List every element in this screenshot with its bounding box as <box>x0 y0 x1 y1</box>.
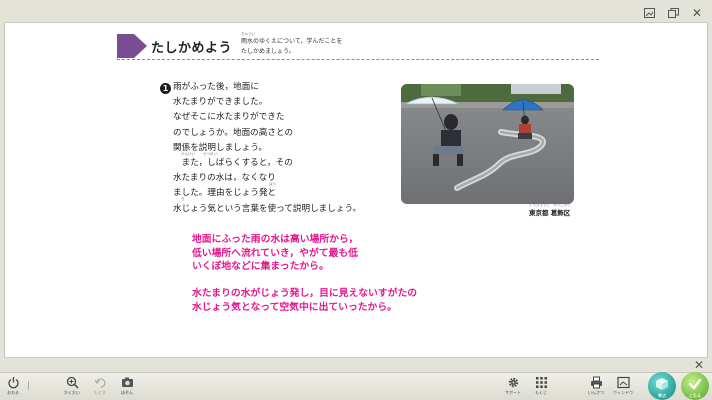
printer-icon <box>590 376 602 389</box>
menu-label: もくじ <box>535 390 547 395</box>
power-icon <box>7 377 19 389</box>
answer-label: こたえ <box>689 393 701 398</box>
camera-icon <box>121 377 133 387</box>
goal-line-1: 雨水のゆくえについて，学んだことを <box>241 38 343 45</box>
zoom-label: かくだい <box>64 390 80 395</box>
study-label: 学ぶ <box>658 393 666 398</box>
puddle-photo <box>401 84 574 204</box>
title-divider <box>117 59 599 60</box>
question-text: 雨がふった後，地面に 水たまりができました。 なぜそこに水たまりができた のでし… <box>173 82 362 214</box>
capture-button[interactable]: ほぞん <box>114 376 140 400</box>
end-label: おわる <box>7 390 19 395</box>
section-arrow-icon <box>117 34 147 58</box>
study-button[interactable]: 学ぶ <box>648 372 676 400</box>
ruby-setsumei: せつめい <box>203 152 217 156</box>
answer-2: 水たまりの水がじょう発し，目に見えないすがたの 水じょう気となって空気中に出てい… <box>192 288 418 313</box>
zoom-button[interactable]: かくだい <box>59 376 85 400</box>
window-controls: ✕ <box>642 6 704 20</box>
question-number: 1 <box>160 83 171 94</box>
ruby-hatsu: はつ <box>269 182 276 186</box>
panel-close-icon[interactable]: ✕ <box>694 359 704 371</box>
textbook-page: たしかめよう ちゅうい 雨水のゆくえについて，学んだことを たしかめましょう。 … <box>4 22 708 358</box>
window-button[interactable]: ウィンドウ <box>610 376 636 400</box>
undo-button[interactable]: もどす <box>87 376 113 400</box>
toolbar-separator: | <box>27 381 31 391</box>
section-title: たしかめよう <box>151 41 233 56</box>
undo-label: もどす <box>94 390 106 395</box>
close-icon[interactable]: ✕ <box>690 6 704 20</box>
check-icon <box>688 378 702 390</box>
goal-line-2: たしかめましょう。 <box>241 48 295 55</box>
picture-icon[interactable] <box>642 6 656 20</box>
grid-icon <box>535 377 547 388</box>
support-button[interactable]: サポート <box>500 376 526 400</box>
zoom-in-icon <box>66 376 79 389</box>
end-button[interactable]: おわる <box>0 376 26 400</box>
ruby-kankei: かんけい <box>181 152 195 156</box>
window-icon <box>616 376 630 389</box>
print-label: いんさつ <box>588 390 604 395</box>
section-goal: 雨水のゆくえについて，学んだことを たしかめましょう。 <box>241 37 391 57</box>
print-button[interactable]: いんさつ <box>583 376 609 400</box>
ruby-ki: き <box>181 197 185 201</box>
restore-icon[interactable] <box>666 6 680 20</box>
bottom-toolbar: おわる | かくだい もどす ほぞん サポート もくじ いんさつ ウィンドウ <box>0 372 712 400</box>
gear-icon <box>508 377 518 388</box>
answer-button[interactable]: こたえ <box>681 372 709 400</box>
answer-1: 地面にふった雨の水は高い場所から， 低い場所へ流れていき，やがて最も低 いくぼ地… <box>192 234 359 273</box>
window-label: ウィンドウ <box>613 390 633 395</box>
undo-icon <box>94 378 106 388</box>
support-label: サポート <box>505 390 521 395</box>
capture-label: ほぞん <box>121 390 133 395</box>
menu-button[interactable]: もくじ <box>528 376 554 400</box>
photo-caption: 東京都 葛飾区 <box>529 209 571 217</box>
cube-icon <box>656 378 668 390</box>
